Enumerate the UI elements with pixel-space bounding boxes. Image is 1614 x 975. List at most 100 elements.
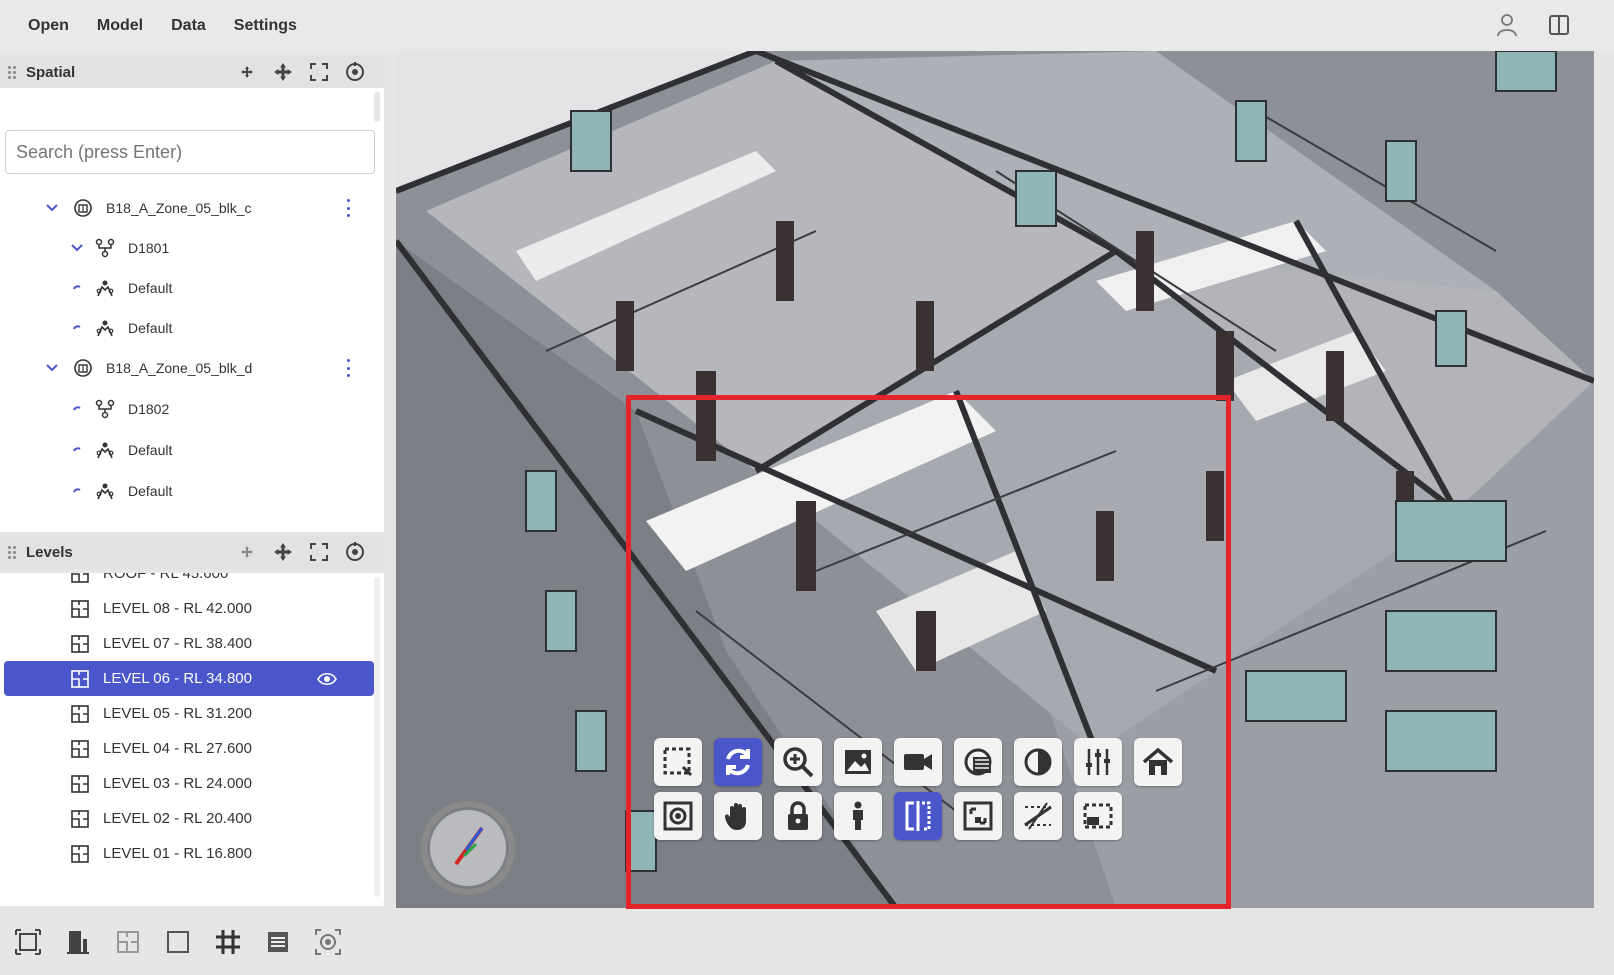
levels-list: ROOF - RL 45.600 LEVEL 08 - RL 42.000 LE… [0, 573, 384, 906]
tree-item-label: D1801 [128, 240, 170, 256]
level-label: LEVEL 02 - RL 20.400 [103, 810, 252, 827]
tree-item-d1801[interactable]: D1801 [0, 231, 376, 265]
adjust-icon[interactable] [1074, 738, 1122, 786]
tree-item-default[interactable]: Default [0, 433, 376, 467]
contrast-icon[interactable] [1014, 738, 1062, 786]
move-icon[interactable] [272, 61, 294, 83]
tree-item-label: Default [128, 280, 173, 296]
door-icon[interactable] [64, 928, 92, 956]
tree-item-blk-c[interactable]: B18_A_Zone_05_blk_c [0, 191, 376, 225]
floorplan-icon [71, 669, 89, 688]
levels-scrollbar[interactable] [374, 577, 380, 897]
grid-icon[interactable] [214, 928, 242, 956]
camera-icon[interactable] [894, 738, 942, 786]
focus-icon[interactable] [654, 792, 702, 840]
lock-icon[interactable] [774, 792, 822, 840]
level-item[interactable]: LEVEL 01 - RL 16.800 [4, 836, 374, 871]
chevron-down-icon[interactable] [70, 241, 84, 255]
floorplan-icon [71, 573, 89, 583]
spatial-panel-title: Spatial [26, 63, 76, 81]
levels-panel-header: Levels [0, 535, 384, 569]
locate-icon[interactable] [344, 541, 366, 563]
tree-item-default[interactable]: Default [0, 474, 376, 508]
move-small-icon[interactable] [236, 61, 258, 83]
chevron-right-icon[interactable] [70, 281, 84, 295]
list-icon[interactable] [264, 928, 292, 956]
menu-model[interactable]: Model [83, 17, 157, 35]
menu-settings[interactable]: Settings [220, 17, 311, 35]
menu-data[interactable]: Data [157, 17, 220, 35]
chevron-down-icon[interactable] [45, 201, 59, 215]
move-icon[interactable] [272, 541, 294, 563]
level-label: LEVEL 06 - RL 34.800 [103, 670, 252, 687]
spatial-tree-panel: B18_A_Zone_05_blk_c D1801 Default Defaul… [0, 88, 384, 532]
split-icon[interactable] [894, 792, 942, 840]
panel-toggle-icon[interactable] [1544, 10, 1574, 40]
tree-item-blk-d[interactable]: B18_A_Zone_05_blk_d [0, 351, 376, 385]
image-icon[interactable] [834, 738, 882, 786]
zoom-in-icon[interactable] [774, 738, 822, 786]
pan-hand-icon[interactable] [714, 792, 762, 840]
tree-item-default[interactable]: Default [0, 311, 376, 345]
tree-item-d1802[interactable]: D1802 [0, 392, 376, 426]
level-label: LEVEL 05 - RL 31.200 [103, 705, 252, 722]
network-icon [94, 398, 116, 420]
level-item[interactable]: LEVEL 05 - RL 31.200 [4, 696, 374, 731]
locate-icon[interactable] [344, 61, 366, 83]
bottom-toolbar [0, 908, 1614, 975]
expand-icon[interactable] [308, 61, 330, 83]
tree-item-default[interactable]: Default [0, 271, 376, 305]
level-item[interactable]: LEVEL 04 - RL 27.600 [4, 731, 374, 766]
tree-item-label: B18_A_Zone_05_blk_d [106, 360, 253, 376]
level-label: ROOF - RL 45.600 [103, 573, 229, 582]
level-label: LEVEL 08 - RL 42.000 [103, 600, 252, 617]
user-icon[interactable] [1492, 10, 1522, 40]
drag-grip-icon[interactable] [8, 65, 18, 79]
level-item[interactable]: LEVEL 08 - RL 42.000 [4, 591, 374, 626]
menu-bar: Open Model Data Settings [0, 0, 1614, 51]
window-icon[interactable] [1074, 792, 1122, 840]
level-item-selected[interactable]: LEVEL 06 - RL 34.800 [4, 661, 374, 696]
menu-open[interactable]: Open [14, 17, 83, 35]
more-options-icon[interactable] [345, 359, 351, 377]
floorplan-icon[interactable] [114, 928, 142, 956]
eye-icon[interactable] [317, 672, 337, 686]
compass-icon[interactable] [420, 800, 516, 896]
tree-item-label: Default [128, 442, 173, 458]
select-box-icon[interactable] [654, 738, 702, 786]
level-label: LEVEL 03 - RL 24.000 [103, 775, 252, 792]
chevron-right-icon[interactable] [70, 443, 84, 457]
person-icon[interactable] [834, 792, 882, 840]
chevron-right-icon[interactable] [70, 321, 84, 335]
chevron-down-icon[interactable] [45, 361, 59, 375]
level-item[interactable]: LEVEL 07 - RL 38.400 [4, 626, 374, 661]
tree-item-label: B18_A_Zone_05_blk_c [106, 200, 252, 216]
floorplan-icon [71, 774, 89, 793]
level-label: LEVEL 01 - RL 16.800 [103, 845, 252, 862]
target-icon[interactable] [314, 928, 342, 956]
section-icon[interactable] [954, 738, 1002, 786]
floorplan-icon [71, 844, 89, 863]
rotate-icon[interactable] [714, 738, 762, 786]
people-icon [94, 439, 116, 461]
frame-icon[interactable] [14, 928, 42, 956]
level-item[interactable]: LEVEL 03 - RL 24.000 [4, 766, 374, 801]
move-small-icon[interactable] [236, 541, 258, 563]
level-label: LEVEL 04 - RL 27.600 [103, 740, 252, 757]
expand-icon[interactable] [308, 541, 330, 563]
fit-icon[interactable] [954, 792, 1002, 840]
level-item[interactable]: LEVEL 02 - RL 20.400 [4, 801, 374, 836]
search-input[interactable] [5, 130, 375, 174]
spatial-panel-header: Spatial [0, 55, 384, 89]
chevron-right-icon[interactable] [70, 402, 84, 416]
network-icon [94, 237, 116, 259]
chevron-right-icon[interactable] [70, 484, 84, 498]
home-icon[interactable] [1134, 738, 1182, 786]
square-icon[interactable] [164, 928, 192, 956]
people-icon [94, 277, 116, 299]
level-item[interactable]: ROOF - RL 45.600 [4, 573, 374, 591]
drag-grip-icon[interactable] [8, 545, 18, 559]
more-options-icon[interactable] [345, 199, 351, 217]
measure-icon[interactable] [1014, 792, 1062, 840]
spatial-scrollbar[interactable] [374, 92, 380, 122]
